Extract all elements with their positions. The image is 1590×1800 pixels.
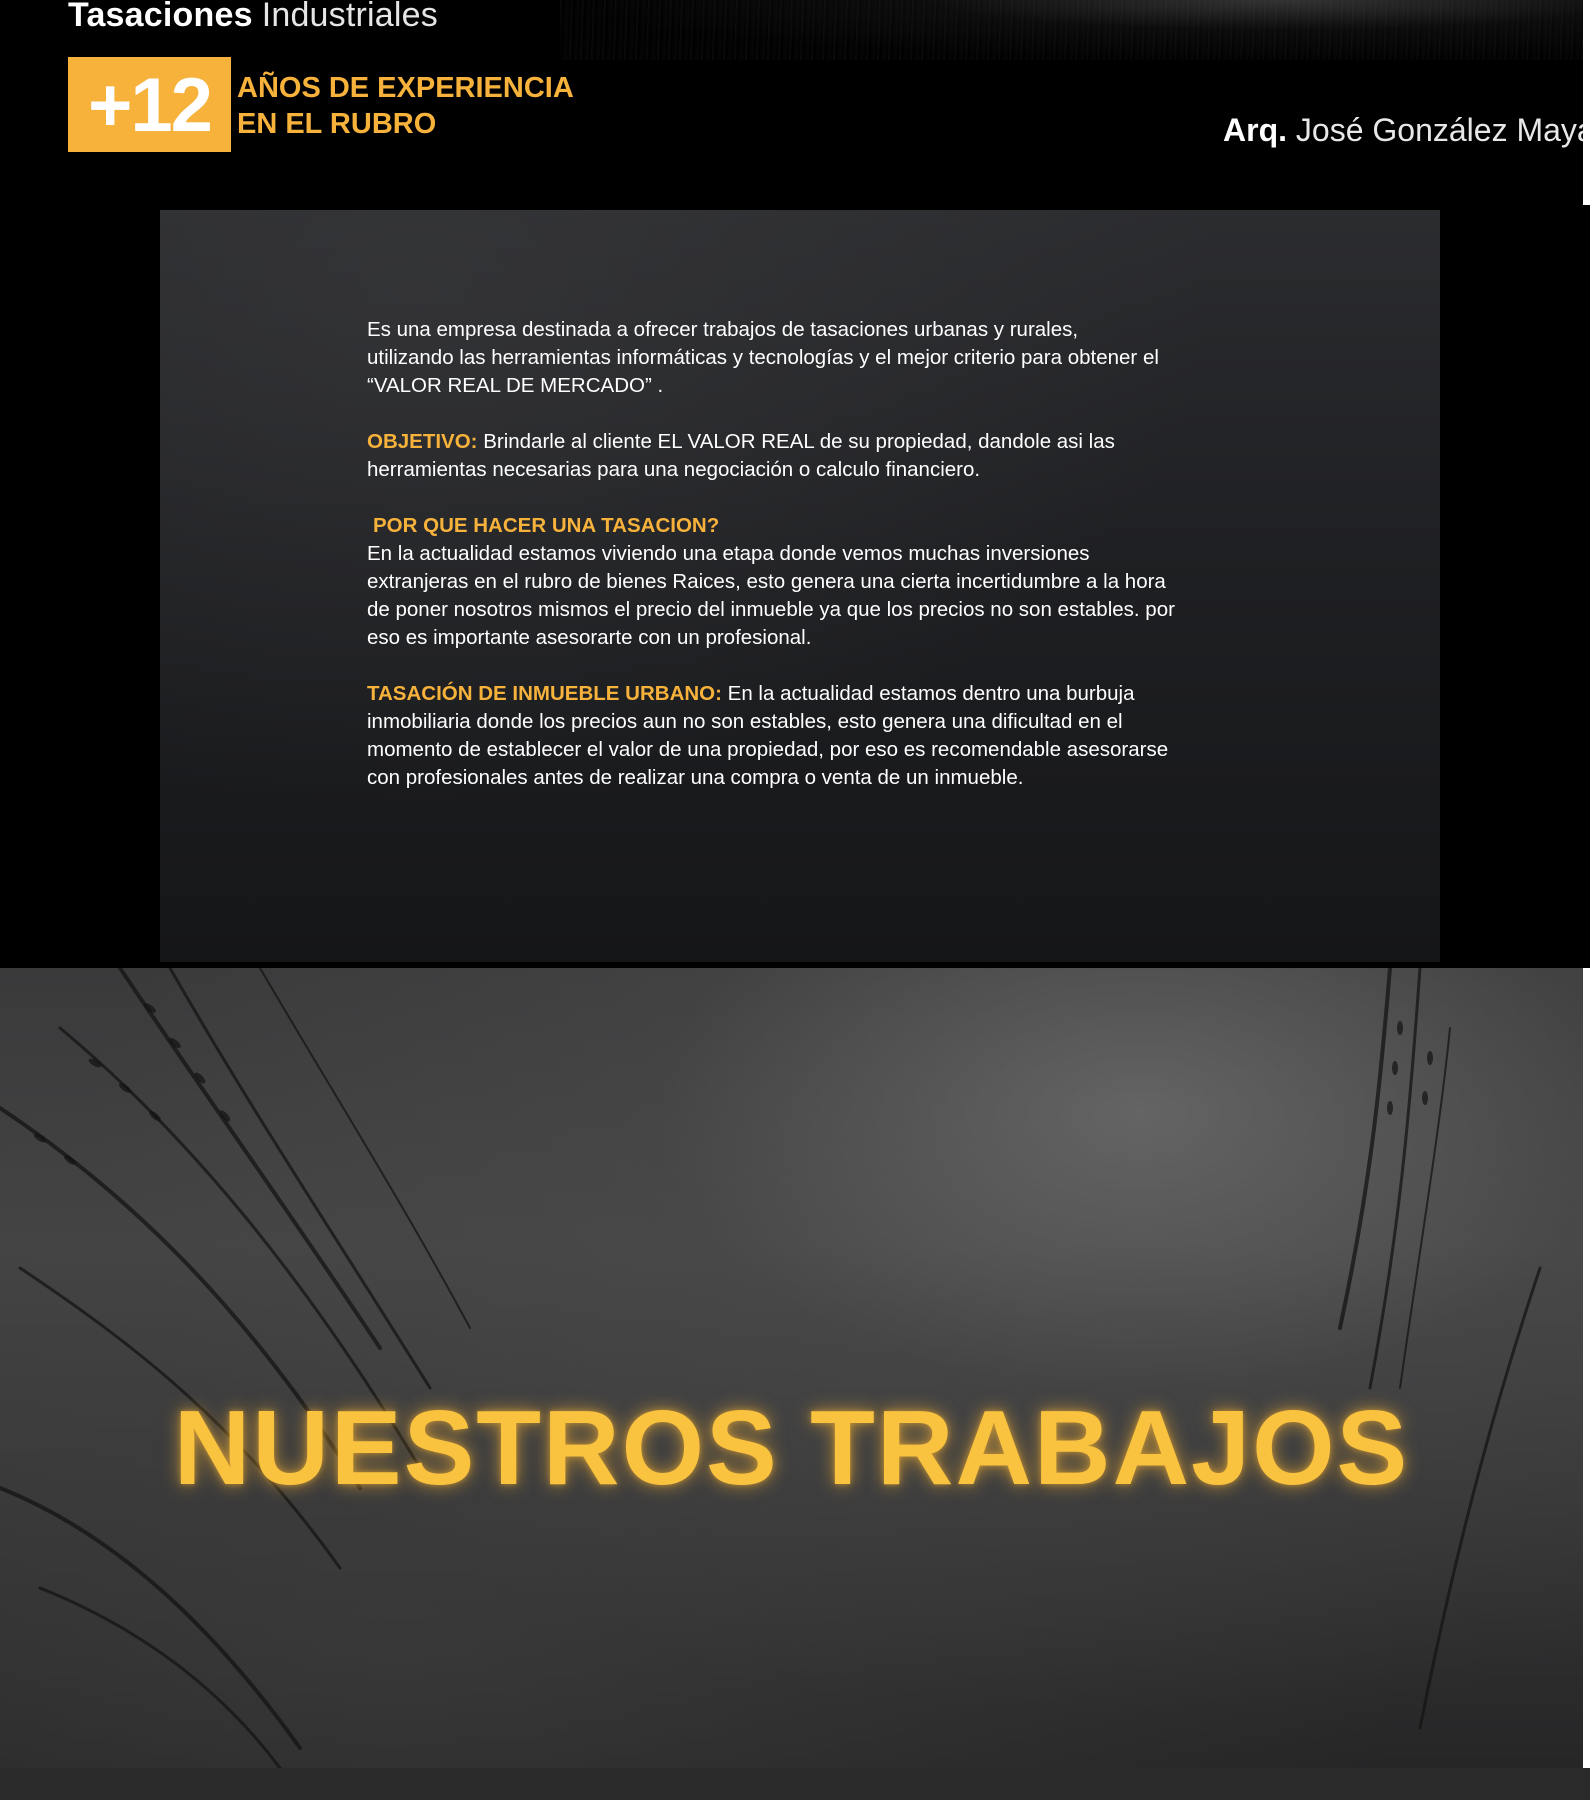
experience-caption: AÑOS DE EXPERIENCIA EN EL RUBRO — [237, 70, 574, 142]
intro-line: Es una empresa destinada a ofrecer traba… — [367, 318, 1079, 341]
objective-text: herramientas necesarias para una negocia… — [367, 458, 981, 481]
works-title: NUESTROS TRABAJOS — [173, 1389, 1410, 1507]
why-heading: POR QUE HACER UNA TASACION? — [373, 514, 720, 537]
experience-caption-line2: EN EL RUBRO — [237, 108, 437, 140]
header-texture — [560, 0, 1590, 60]
brand-name-strong: Tasaciones — [68, 0, 253, 34]
objective-paragraph: OBJETIVO: Brindarle al cliente EL VALOR … — [367, 428, 1267, 484]
brand-logo[interactable]: Tasaciones Industriales — [68, 0, 438, 35]
why-line: de poner nosotros mismos el precio del i… — [367, 598, 1175, 621]
intro-line: “VALOR REAL DE MERCADO” . — [367, 374, 664, 397]
urban-line: momento de establecer el valor de una pr… — [367, 738, 1169, 761]
experience-caption-line1: AÑOS DE EXPERIENCIA — [237, 72, 574, 104]
architect-credit: Arq. José González Maya V — [1223, 112, 1590, 149]
urban-paragraph: TASACIÓN DE INMUEBLE URBANO: En la actua… — [367, 680, 1267, 792]
works-hero-section: NUESTROS TRABAJOS — [0, 968, 1583, 1768]
brand-name-light: Industriales — [261, 0, 438, 34]
why-line: eso es importante asesorarte con un prof… — [367, 626, 812, 649]
experience-badge: +12 — [68, 57, 231, 152]
urban-label: TASACIÓN DE INMUEBLE URBANO: — [367, 682, 722, 705]
about-text: Es una empresa destinada a ofrecer traba… — [367, 316, 1267, 820]
architect-title: Arq. — [1223, 112, 1287, 148]
bottom-strip — [0, 1768, 1590, 1800]
urban-line: inmobiliaria donde los precios aun no so… — [367, 710, 1123, 733]
intro-line: utilizando las herramientas informáticas… — [367, 346, 1159, 369]
right-edge-bar — [1583, 0, 1590, 205]
objective-label: OBJETIVO: — [367, 430, 478, 453]
why-line: En la actualidad estamos viviendo una et… — [367, 542, 1090, 565]
about-card: Es una empresa destinada a ofrecer traba… — [160, 210, 1440, 962]
urban-line: con profesionales antes de realizar una … — [367, 766, 1024, 789]
grass-background-image — [0, 968, 1542, 1768]
architect-name: José González Maya V — [1295, 112, 1590, 148]
why-line: extranjeras en el rubro de bienes Raices… — [367, 570, 1166, 593]
why-paragraph: POR QUE HACER UNA TASACION? En la actual… — [367, 512, 1267, 652]
experience-number: +12 — [88, 62, 213, 148]
objective-text: Brindarle al cliente EL VALOR REAL de su… — [477, 430, 1115, 453]
intro-paragraph: Es una empresa destinada a ofrecer traba… — [367, 316, 1267, 400]
urban-line: En la actualidad estamos dentro una burb… — [721, 682, 1135, 705]
hero-right-edge — [1583, 968, 1590, 1768]
header-section: Tasaciones Industriales +12 AÑOS DE EXPER… — [0, 0, 1590, 968]
